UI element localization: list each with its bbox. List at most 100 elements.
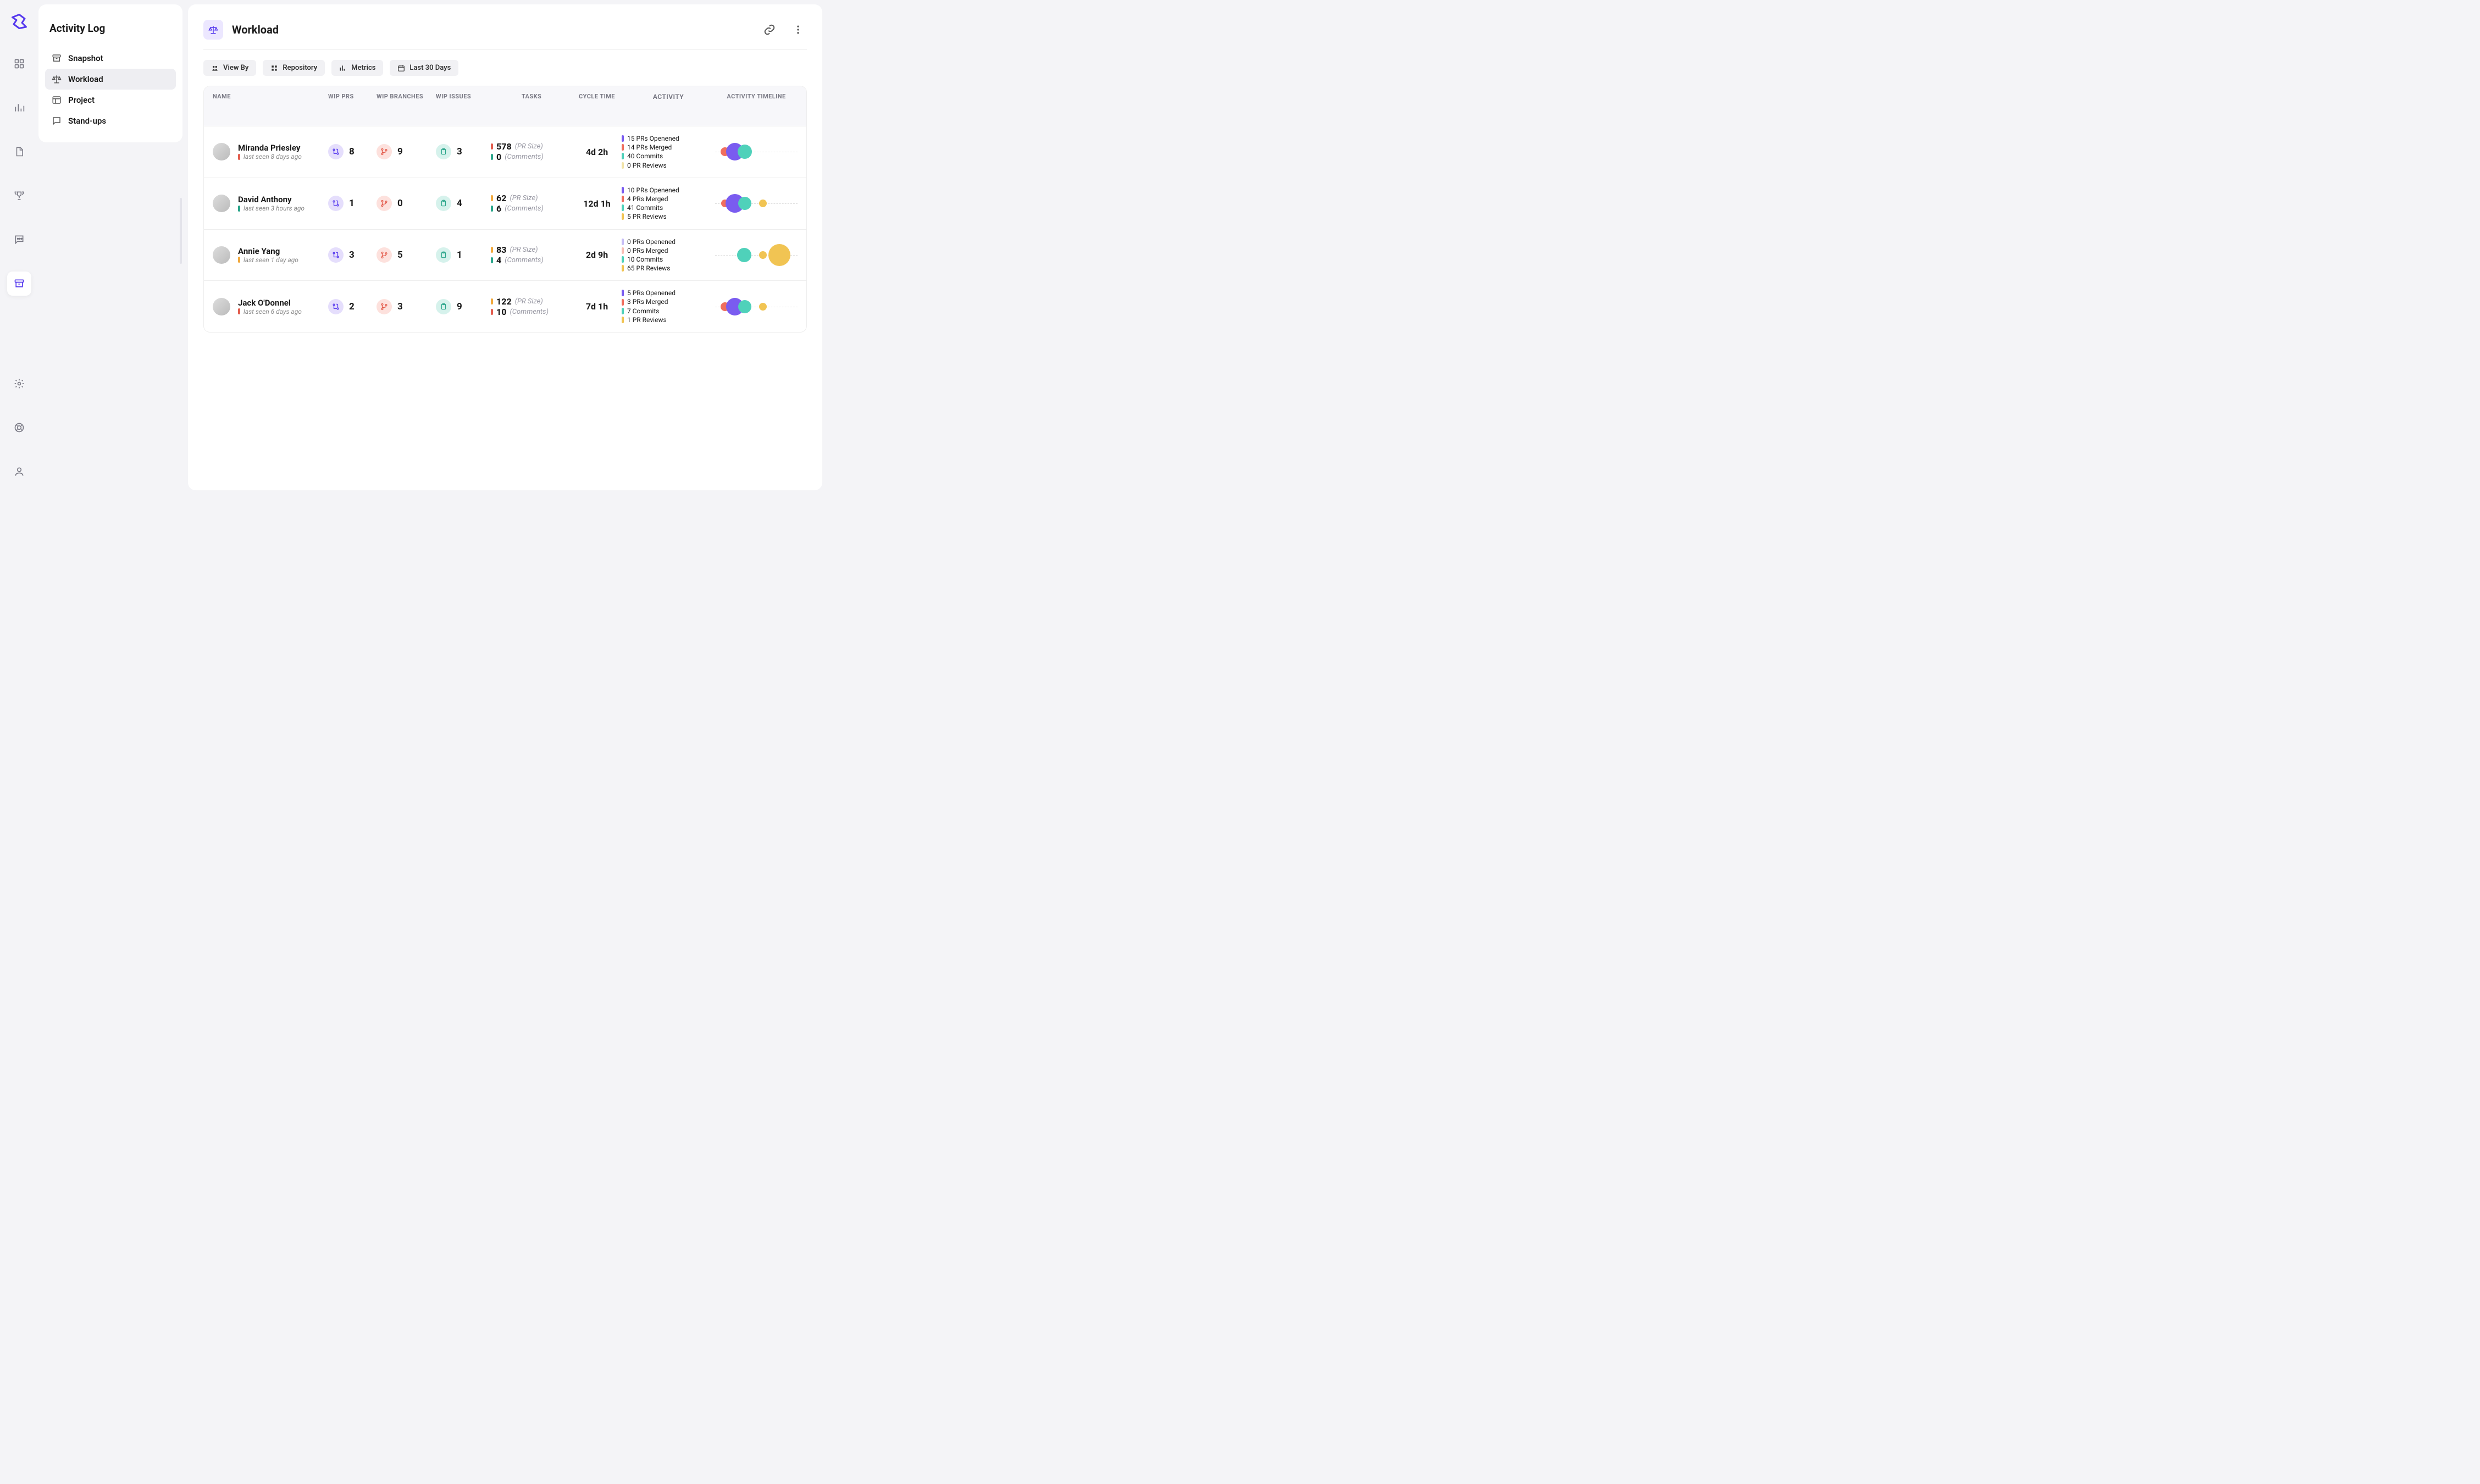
person-name: Jack O'Donnel (238, 298, 302, 308)
activity-line: 41 Commits (622, 203, 715, 212)
filter-date-range[interactable]: Last 30 Days (390, 60, 458, 76)
filter-view-by[interactable]: View By (203, 60, 256, 76)
filter-metrics-label: Metrics (351, 64, 375, 72)
nav-chat-icon[interactable] (7, 228, 31, 252)
avatar (213, 143, 230, 160)
activity-summary: 5 PRs Openened3 PRs Merged7 Commits1 PR … (622, 289, 715, 324)
table-row[interactable]: David Anthonylast seen 3 hours ago10462(… (204, 178, 806, 229)
col-tasks: Tasks (491, 93, 572, 119)
filter-metrics[interactable]: Metrics (331, 60, 383, 76)
avatar (213, 298, 230, 315)
nav-dashboard-icon[interactable] (7, 52, 31, 76)
comments-count: 6(Comments) (491, 203, 572, 214)
scale-icon (52, 74, 62, 84)
last-seen: last seen 6 days ago (238, 308, 302, 315)
pr-size: 578(PR Size) (491, 141, 572, 152)
sidebar-item-stand-ups[interactable]: Stand-ups (45, 110, 176, 131)
branch-icon (377, 247, 392, 263)
page-title: Workload (232, 23, 279, 36)
sidebar-item-snapshot[interactable]: Snapshot (45, 48, 176, 69)
wip-prs-value: 8 (349, 146, 355, 157)
nav-archive-icon[interactable] (7, 272, 31, 296)
sidebar-title: Activity Log (45, 20, 176, 48)
wip-issues-value: 1 (457, 250, 462, 261)
avatar (213, 195, 230, 212)
person-name: David Anthony (238, 195, 305, 204)
table-row[interactable]: Miranda Priesleylast seen 8 days ago8935… (204, 126, 806, 178)
nav-document-icon[interactable] (7, 140, 31, 164)
person-name: Annie Yang (238, 246, 298, 256)
issue-icon (436, 196, 451, 211)
cycle-time-value: 4d 2h (572, 147, 622, 157)
chat-icon (52, 116, 62, 126)
cycle-time-value: 7d 1h (572, 301, 622, 312)
more-options-button[interactable] (789, 21, 807, 38)
pr-icon (328, 196, 344, 211)
branch-icon (377, 299, 392, 314)
nav-user-icon[interactable] (7, 459, 31, 484)
filter-view-by-label: View By (223, 64, 248, 72)
page-scale-icon (203, 20, 223, 40)
nav-settings-icon[interactable] (7, 372, 31, 396)
sidebar-item-workload[interactable]: Workload (45, 69, 176, 90)
table-row[interactable]: Annie Yanglast seen 1 day ago 3 5 1 83(PR Si… (204, 229, 806, 281)
share-link-button[interactable] (761, 21, 778, 38)
col-activity: Activity (622, 93, 715, 119)
activity-line: 5 PR Reviews (622, 212, 715, 221)
activity-timeline (715, 242, 798, 268)
activity-timeline (715, 190, 798, 217)
activity-timeline (715, 139, 798, 165)
pr-size: 122(PR Size) (491, 296, 572, 307)
filter-repository[interactable]: Repository (263, 60, 325, 76)
activity-line: 0 PR Reviews (622, 161, 715, 170)
wip-branches-value: 3 (397, 301, 403, 312)
table-header: Name WIP PRs WIP Branches WIP Issues Tas… (204, 86, 806, 126)
last-seen: last seen 1 day ago (238, 256, 298, 264)
nav-help-icon[interactable] (7, 416, 31, 440)
issue-icon (436, 144, 451, 159)
activity-line: 4 PRs Merged (622, 195, 715, 203)
wip-prs-value: 3 (349, 250, 355, 261)
workload-table: Name WIP PRs WIP Branches WIP Issues Tas… (203, 86, 807, 333)
activity-summary: 10 PRs Openened4 PRs Merged41 Commits5 P… (622, 186, 715, 222)
pr-size: 62(PR Size) (491, 193, 572, 203)
main-header: Workload (203, 18, 807, 50)
wip-branches-value: 0 (397, 198, 403, 209)
pr-icon (328, 144, 344, 159)
activity-line: 10 PRs Openened (622, 186, 715, 195)
avatar (213, 246, 230, 264)
activity-line: 14 PRs Merged (622, 143, 715, 152)
comments-count: 0(Comments) (491, 152, 572, 162)
activity-timeline (715, 294, 798, 320)
last-seen: last seen 8 days ago (238, 153, 302, 160)
issue-icon (436, 247, 451, 263)
branch-icon (377, 144, 392, 159)
col-timeline: Activity Timeline (715, 93, 798, 119)
wip-branches-value: 5 (397, 250, 403, 261)
col-cycle-time: Cycle Time (572, 93, 622, 119)
table-row[interactable]: Jack O'Donnellast seen 6 days ago239122(… (204, 280, 806, 332)
sidebar-scrollbar[interactable] (180, 198, 182, 264)
person-name: Miranda Priesley (238, 143, 302, 153)
issue-icon (436, 299, 451, 314)
last-seen: last seen 3 hours ago (238, 204, 305, 212)
nav-analytics-icon[interactable] (7, 96, 31, 120)
branch-icon (377, 196, 392, 211)
pr-size: 83(PR Size) (491, 245, 572, 255)
wip-branches-value: 9 (397, 146, 403, 157)
app-logo-icon[interactable] (11, 13, 27, 30)
sidebar-item-project[interactable]: Project (45, 90, 176, 110)
activity-line: 10 Commits (622, 255, 715, 264)
sidebar-item-label: Snapshot (68, 53, 103, 63)
col-wip-branches: WIP Branches (377, 93, 436, 119)
nav-trophy-icon[interactable] (7, 184, 31, 208)
wip-prs-value: 1 (349, 198, 355, 209)
pr-icon (328, 299, 344, 314)
sidebar-item-label: Project (68, 95, 95, 105)
comments-count: 4(Comments) (491, 255, 572, 265)
sidebar: Activity Log Snapshot Workload Project Stan… (38, 4, 182, 142)
activity-line: 0 PRs Merged (622, 246, 715, 255)
filter-repository-label: Repository (283, 64, 317, 72)
activity-line: 15 PRs Openened (622, 134, 715, 143)
sidebar-item-label: Workload (68, 74, 103, 84)
